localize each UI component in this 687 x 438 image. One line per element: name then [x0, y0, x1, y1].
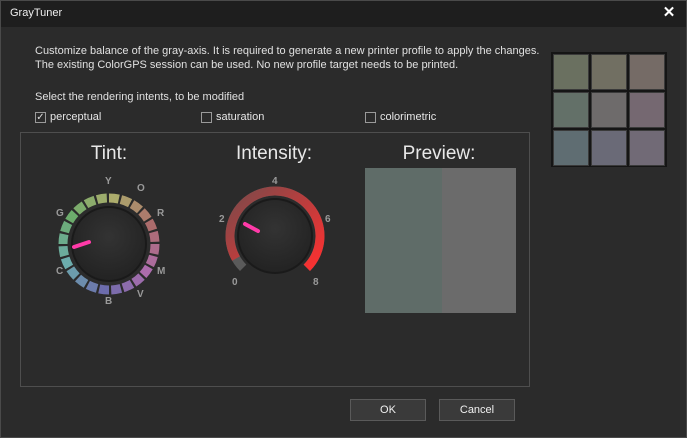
tint-ring-segment: [65, 210, 79, 224]
swatch: [553, 130, 589, 166]
intensity-knob[interactable]: [239, 200, 311, 272]
tint-ring-segment: [60, 256, 74, 270]
swatch: [629, 130, 665, 166]
swatch-grid: [551, 52, 667, 167]
tint-ring-segment: [119, 195, 133, 208]
tint-ring-segment: [60, 220, 73, 234]
rendering-intents-label: Select the rendering intents, to be modi…: [35, 91, 245, 103]
tint-ring-segment: [83, 195, 97, 209]
tint-ring-segment: [121, 279, 135, 293]
tint-ring-segment: [110, 284, 123, 295]
colorimetric-checkbox-box[interactable]: [365, 111, 376, 123]
intensity-label-8: 8: [313, 277, 319, 288]
tint-ring-segment: [144, 218, 158, 232]
tint-ring-segment: [73, 201, 87, 215]
preview-adjusted-swatch: [442, 168, 516, 313]
tint-ring-segment: [145, 254, 158, 268]
tint-ring-segment: [129, 200, 143, 214]
tint-ring-segment: [75, 274, 89, 288]
perceptual-checkbox[interactable]: ✓ perceptual: [35, 110, 101, 124]
description-line-2: The existing ColorGPS session can be use…: [35, 59, 459, 71]
saturation-checkbox[interactable]: saturation: [201, 110, 264, 124]
swatch: [553, 92, 589, 128]
preview-title: Preview:: [402, 143, 476, 164]
tint-label-m: M: [157, 266, 166, 277]
tint-label-b: B: [105, 296, 113, 307]
tint-ring-segment: [149, 230, 160, 243]
tint-ring-segment: [108, 193, 120, 204]
tint-label-o: O: [137, 183, 145, 194]
tint-ring-segment: [98, 284, 110, 295]
tint-ring-segment: [58, 245, 69, 258]
tint-ring-segment: [66, 266, 80, 280]
intensity-dial[interactable]: [220, 181, 330, 291]
swatch: [629, 54, 665, 90]
tint-ring-segment: [85, 280, 99, 293]
tint-ring-segment: [95, 193, 108, 204]
colorimetric-checkbox[interactable]: colorimetric: [365, 110, 436, 124]
tint-ring-segment: [138, 208, 152, 222]
perceptual-label: perceptual: [50, 111, 102, 123]
swatch: [591, 54, 627, 90]
tint-label-g: G: [56, 208, 64, 219]
tint-label-c: C: [56, 266, 64, 277]
tint-label-r: R: [157, 208, 165, 219]
cancel-button[interactable]: Cancel: [439, 399, 515, 421]
intensity-label-0: 0: [232, 277, 238, 288]
saturation-checkbox-box[interactable]: [201, 111, 212, 123]
tint-ring-segment: [131, 273, 145, 287]
tint-label-v: V: [137, 289, 144, 300]
tint-ring-segment: [58, 233, 69, 245]
intensity-label-4: 4: [272, 176, 278, 187]
swatch: [629, 92, 665, 128]
tint-label-y: Y: [105, 176, 112, 187]
ok-button[interactable]: OK: [350, 399, 426, 421]
swatch: [553, 54, 589, 90]
intensity-label-6: 6: [325, 214, 331, 225]
description: Customize balance of the gray-axis. It i…: [35, 44, 539, 72]
tint-ring-segment: [149, 243, 160, 255]
saturation-label: saturation: [216, 111, 265, 123]
description-line-1: Customize balance of the gray-axis. It i…: [35, 45, 540, 57]
tint-title: Tint:: [90, 143, 128, 164]
close-icon[interactable]: ✕: [658, 3, 680, 23]
window-title: GrayTuner: [10, 7, 63, 19]
tint-ring-segment: [139, 264, 153, 278]
swatch: [591, 92, 627, 128]
preview-original-swatch: [365, 168, 442, 313]
colorimetric-label: colorimetric: [380, 111, 437, 123]
swatch: [591, 130, 627, 166]
intensity-label-2: 2: [219, 214, 225, 225]
perceptual-checkbox-box[interactable]: ✓: [35, 111, 46, 123]
intensity-title: Intensity:: [235, 143, 313, 164]
title-bar: GrayTuner ✕: [1, 1, 686, 27]
tint-dial[interactable]: [54, 189, 164, 299]
graytuner-dialog: GrayTuner ✕ Customize balance of the gra…: [0, 0, 687, 438]
